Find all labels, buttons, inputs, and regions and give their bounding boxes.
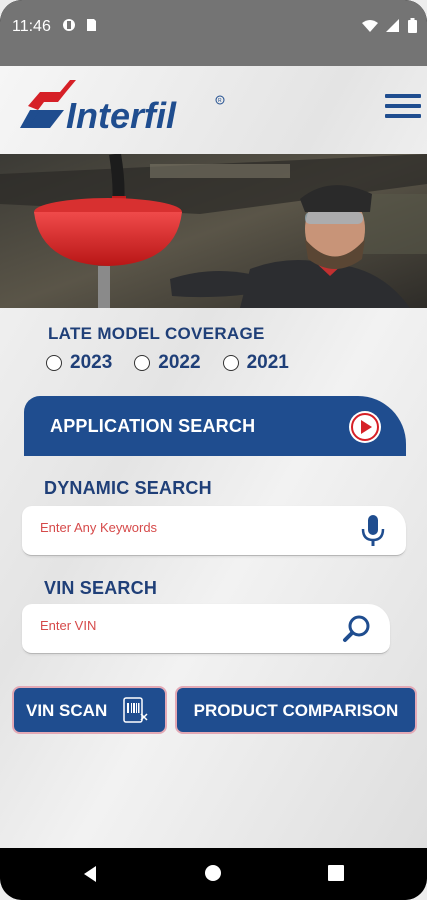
- vin-search-field[interactable]: [22, 604, 390, 654]
- product-comparison-label: PRODUCT COMPARISON: [193, 701, 399, 720]
- app-screen: Interfil R LATE MODEL COVERAGE 2023 2022…: [0, 66, 427, 848]
- radio-button[interactable]: [222, 355, 239, 371]
- year-selector: 2023 2022 2021: [46, 352, 289, 374]
- battery-icon: [408, 18, 417, 33]
- hamburger-menu-icon[interactable]: [385, 94, 421, 122]
- microphone-icon[interactable]: [358, 514, 388, 548]
- hero-image: [0, 154, 427, 308]
- dynamic-search-title: DYNAMIC SEARCH: [44, 478, 212, 498]
- vin-scan-label: VIN SCAN: [26, 701, 108, 720]
- signal-icon: [386, 18, 399, 32]
- year-label: 2023: [70, 352, 113, 373]
- wifi-icon: [362, 19, 378, 32]
- year-label: 2021: [246, 352, 289, 373]
- home-icon[interactable]: [204, 864, 222, 882]
- system-nav-bar: [0, 848, 427, 900]
- year-label: 2022: [158, 352, 201, 373]
- product-comparison-button[interactable]: PRODUCT COMPARISON: [175, 686, 417, 734]
- coverage-title: LATE MODEL COVERAGE: [48, 324, 265, 343]
- recent-apps-icon[interactable]: [328, 865, 344, 881]
- vin-scan-button[interactable]: VIN SCAN: [12, 686, 167, 734]
- app-header: Interfil R: [0, 66, 427, 154]
- application-search-button[interactable]: APPLICATION SEARCH: [24, 396, 406, 456]
- sd-card-icon: [87, 19, 96, 31]
- year-option-2023[interactable]: 2023: [46, 352, 112, 374]
- status-icons-left: [62, 18, 98, 32]
- back-icon[interactable]: [80, 864, 100, 884]
- svg-text:R: R: [218, 98, 222, 104]
- vpn-icon: [63, 19, 75, 31]
- status-time: 11:46: [12, 18, 51, 35]
- radio-button[interactable]: [134, 355, 151, 371]
- device-frame: 11:46 Interfil R LATE MODEL COVERAGE 202…: [0, 0, 427, 900]
- radio-button[interactable]: [46, 355, 62, 371]
- logo-text: Interfil: [66, 95, 177, 136]
- dynamic-search-field[interactable]: [22, 506, 406, 556]
- search-icon[interactable]: [342, 612, 372, 646]
- year-option-2021[interactable]: 2021: [222, 352, 289, 374]
- dynamic-search-input[interactable]: [40, 520, 340, 535]
- application-search-label: APPLICATION SEARCH: [50, 416, 256, 436]
- status-bar: 11:46: [0, 0, 427, 66]
- barcode-scan-icon: [123, 697, 148, 723]
- interfil-logo: Interfil R: [20, 80, 225, 136]
- year-option-2022[interactable]: 2022: [134, 352, 201, 374]
- status-icons-right: [362, 18, 417, 33]
- vin-search-input[interactable]: [40, 618, 340, 633]
- play-circle-icon: [349, 411, 381, 443]
- vin-search-title: VIN SEARCH: [44, 578, 158, 598]
